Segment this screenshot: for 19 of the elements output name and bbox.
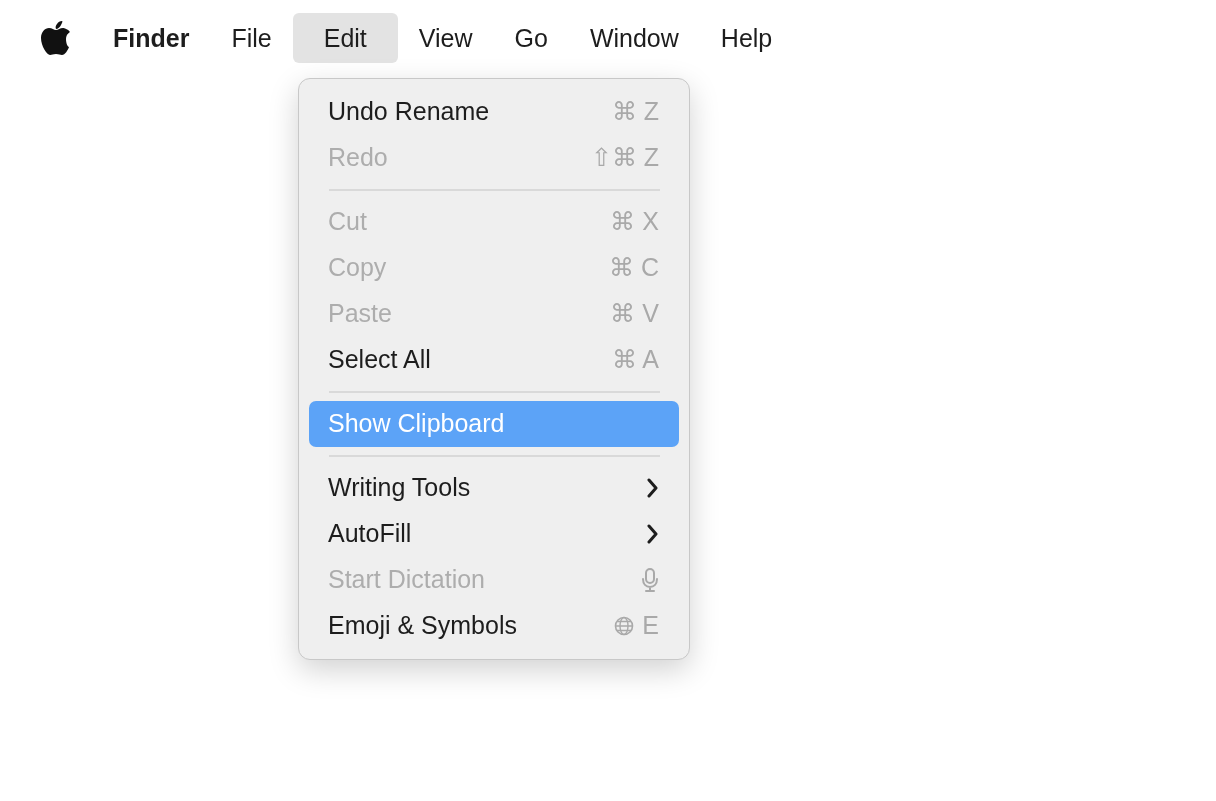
apple-logo-icon[interactable]: [40, 21, 72, 55]
menu-bar-item[interactable]: Window: [568, 13, 700, 63]
globe-icon: [614, 616, 635, 636]
menu-item[interactable]: Undo Rename ⌘ Z: [309, 89, 679, 135]
shortcut-key: E: [642, 607, 659, 645]
menu-bar-item[interactable]: Go: [493, 13, 569, 63]
microphone-icon: [641, 568, 659, 592]
menu-bar-item[interactable]: View: [397, 13, 494, 63]
app-menu-title[interactable]: Finder: [92, 13, 211, 63]
menu-item[interactable]: Writing Tools: [309, 465, 679, 511]
menu-bar-item[interactable]: Help: [699, 13, 794, 63]
menu-item[interactable]: Select All ⌘ A: [309, 337, 679, 383]
chevron-right-icon: [646, 524, 659, 544]
chevron-right-icon: [646, 478, 659, 498]
menu-item-label: Emoji & Symbols: [328, 610, 517, 642]
menu-item[interactable]: AutoFill: [309, 511, 679, 557]
menu-item[interactable]: Emoji & Symbols E: [309, 603, 679, 649]
menu-bar-item[interactable]: File: [210, 13, 293, 63]
menu-bar-item[interactable]: Edit: [292, 13, 398, 63]
